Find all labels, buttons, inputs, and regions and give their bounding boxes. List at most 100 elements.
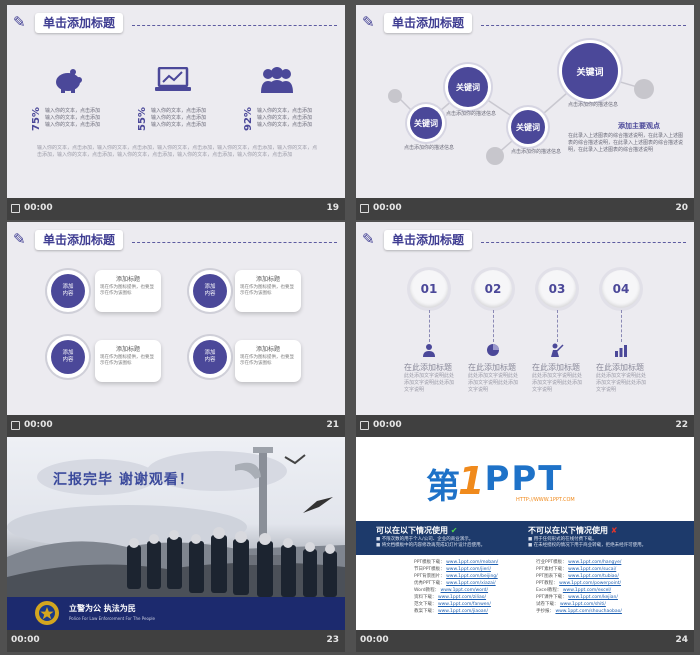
slide-canvas: ✎ 单击添加标题 75% 输入你的文本，点击添加 输入你的文本，点击添加 输入你的文… <box>7 5 345 198</box>
slide-timing: 00:00 <box>360 635 389 645</box>
usage-header: 可以在以下情况使用 ✔ ■ 不限次数的用于个人/公司、企业的商业演示。 ■ 将文… <box>356 521 694 555</box>
slide-title: 单击添加标题 <box>35 13 124 33</box>
step-connector <box>557 310 558 342</box>
police-badge-icon <box>33 599 61 627</box>
slide-timing: 00:00 <box>11 635 40 645</box>
link[interactable]: www.1ppt.com/hangye/ <box>568 560 621 565</box>
caption: 点击添加你的描述信息 <box>568 102 619 108</box>
edit-icon: ✎ <box>13 230 26 248</box>
link[interactable]: www.1ppt.com/beijing/ <box>446 574 498 579</box>
link[interactable]: www.1ppt.com/jieri/ <box>446 567 491 572</box>
keyword-circle: 关键词 <box>410 107 442 139</box>
user-icon <box>422 342 436 357</box>
slide-sorter-grid: ✎ 单击添加标题 75% 输入你的文本，点击添加 输入你的文本，点击添加 输入你的文… <box>0 0 700 655</box>
slide-number: 19 <box>326 203 339 213</box>
slide-timing: 00:00 <box>373 203 402 213</box>
link[interactable]: www.1ppt.com/fanwen/ <box>438 602 491 607</box>
slide-thumb-22[interactable]: ✎ 单击添加标题 01 在此添加标题 此处添加文字说明此处添加文字说明此处添加文… <box>356 222 694 437</box>
link-list-right: 行业PPT模板： www.1ppt.com/hangye/ PPT素材下载： w… <box>536 560 622 614</box>
stat-percent: 55% <box>137 107 148 131</box>
stat-text: 输入你的文本，点击添加 输入你的文本，点击添加 输入你的文本，点击添加 <box>151 108 207 128</box>
slide-title: 单击添加标题 <box>384 230 473 250</box>
body-text: 在此录入上述图表的综合描述说明，在此录入上述图表的综合描述说明，在此录入上述图表… <box>568 133 684 153</box>
slide-status-bar: 00:00 19 <box>7 198 345 220</box>
slide-canvas: ✎ 单击添加标题 01 在此添加标题 此处添加文字说明此处添加文字说明此处添加文… <box>356 222 694 415</box>
edit-icon: ✎ <box>13 13 26 31</box>
link[interactable]: www.1ppt.com/shouchaobao/ <box>555 609 621 614</box>
slide-status-bar: 00:00 22 <box>356 415 694 437</box>
step-number: 02 <box>474 270 512 308</box>
slide-timing: 00:00 <box>373 420 402 430</box>
link[interactable]: www.1ppt.com/word/ <box>441 588 489 593</box>
caption: 点击添加你的描述信息 <box>511 149 562 155</box>
edit-icon: ✎ <box>362 230 375 248</box>
headline: 汇报完毕 谢谢观看！ <box>53 472 194 488</box>
divider <box>481 242 686 243</box>
link[interactable]: www.1ppt.com/excel/ <box>563 588 611 593</box>
slide-thumb-24[interactable]: 第1PPT HTTP://WWW.1PPT.COM 可以在以下情况使用 ✔ ■ … <box>356 437 694 652</box>
slide-thumb-21[interactable]: ✎ 单击添加标题 添加 内容 添加标题 现在作为图标提供，也要显示在作为该图标 … <box>7 222 345 437</box>
link[interactable]: www.1ppt.com/sucai/ <box>568 567 616 572</box>
keyword-circle: 关键词 <box>448 67 488 107</box>
presenter-icon <box>550 342 564 357</box>
brand-url: HTTP://WWW.1PPT.COM <box>516 497 575 503</box>
step-label: 在此添加标题 <box>532 363 580 372</box>
people-icon <box>259 67 295 93</box>
step-number: 04 <box>602 270 640 308</box>
caption: 点击添加你的描述信息 <box>446 111 497 117</box>
content-card: 添加标题 现在作为图标提供，也要显示在作为该图标 <box>95 340 161 382</box>
stat-percent: 92% <box>243 107 254 131</box>
slide-status-bar: 00:00 24 <box>356 630 694 652</box>
cross-icon: ✘ <box>610 526 618 535</box>
link[interactable]: www.1ppt.com/tubiao/ <box>568 574 619 579</box>
content-circle: 添加 内容 <box>51 340 85 374</box>
content-circle: 添加 内容 <box>51 274 85 308</box>
slide-thumb-20[interactable]: ✎ 单击添加标题 关键词 关键词 关键词 关键词 点击添加你的描述信息 点击添加… <box>356 5 694 220</box>
step-label: 在此添加标题 <box>596 363 644 372</box>
brand-logo: 第1PPT <box>426 459 564 507</box>
link[interactable]: www.1ppt.com/moban/ <box>446 560 498 565</box>
slide-canvas: ✎ 单击添加标题 添加 内容 添加标题 现在作为图标提供，也要显示在作为该图标 … <box>7 222 345 415</box>
step-connector <box>621 310 622 342</box>
slide-status-bar: 00:00 23 <box>7 630 345 652</box>
body-text: 输入你的文本，点击添加，输入你的文本，点击添加，输入你的文本，点击添加，输入你的… <box>37 145 318 158</box>
keyword-circle: 关键词 <box>562 43 618 99</box>
step-label: 在此添加标题 <box>468 363 516 372</box>
bar-chart-icon <box>614 342 628 357</box>
connector-lines <box>395 72 645 156</box>
divider <box>132 25 337 26</box>
slide-status-bar: 00:00 21 <box>7 415 345 437</box>
slide-number: 22 <box>675 420 688 430</box>
step-body: 此处添加文字说明此处添加文字说明此处添加文字说明 <box>468 373 519 393</box>
link[interactable]: www.1ppt.com/xiazai/ <box>446 581 496 586</box>
slide-transition-icon[interactable] <box>11 204 20 213</box>
step-body: 此处添加文字说明此处添加文字说明此处添加文字说明 <box>404 373 455 393</box>
slide-timing: 00:00 <box>24 203 53 213</box>
slide-thumb-23[interactable]: 汇报完毕 谢谢观看！ 立警为公 执法为民 Police For Law Enfo… <box>7 437 345 652</box>
step-label: 在此添加标题 <box>404 363 452 372</box>
decor-dot <box>486 147 504 165</box>
decor-dot <box>388 89 402 103</box>
link-list-left: PPT模板下载： www.1ppt.com/moban/ 节日PPT模板： ww… <box>414 560 499 614</box>
slide-transition-icon[interactable] <box>11 421 20 430</box>
link[interactable]: www.1ppt.com/shiti/ <box>560 602 606 607</box>
link[interactable]: www.1ppt.com/powerpoint/ <box>559 581 621 586</box>
motto: 立警为公 执法为民 <box>69 604 136 613</box>
slide-number: 23 <box>326 635 339 645</box>
slide-canvas: ✎ 单击添加标题 关键词 关键词 关键词 关键词 点击添加你的描述信息 点击添加… <box>356 5 694 198</box>
check-icon: ✔ <box>450 526 458 535</box>
step-connector <box>493 310 494 342</box>
step-body: 此处添加文字说明此处添加文字说明此处添加文字说明 <box>532 373 583 393</box>
subtitle: 添加主要观点 <box>618 122 660 130</box>
slide-timing: 00:00 <box>24 420 53 430</box>
link[interactable]: www.1ppt.com/kejian/ <box>568 595 618 600</box>
laptop-chart-icon <box>155 66 191 93</box>
slide-transition-icon[interactable] <box>360 421 369 430</box>
link[interactable]: www.1ppt.com/jiaoan/ <box>438 609 488 614</box>
link[interactable]: www.1ppt.com/ziliao/ <box>438 595 486 600</box>
slide-status-bar: 00:00 20 <box>356 198 694 220</box>
slide-canvas: 第1PPT HTTP://WWW.1PPT.COM 可以在以下情况使用 ✔ ■ … <box>356 437 694 630</box>
step-number: 03 <box>538 270 576 308</box>
slide-transition-icon[interactable] <box>360 204 369 213</box>
slide-thumb-19[interactable]: ✎ 单击添加标题 75% 输入你的文本，点击添加 输入你的文本，点击添加 输入你的文… <box>7 5 345 220</box>
